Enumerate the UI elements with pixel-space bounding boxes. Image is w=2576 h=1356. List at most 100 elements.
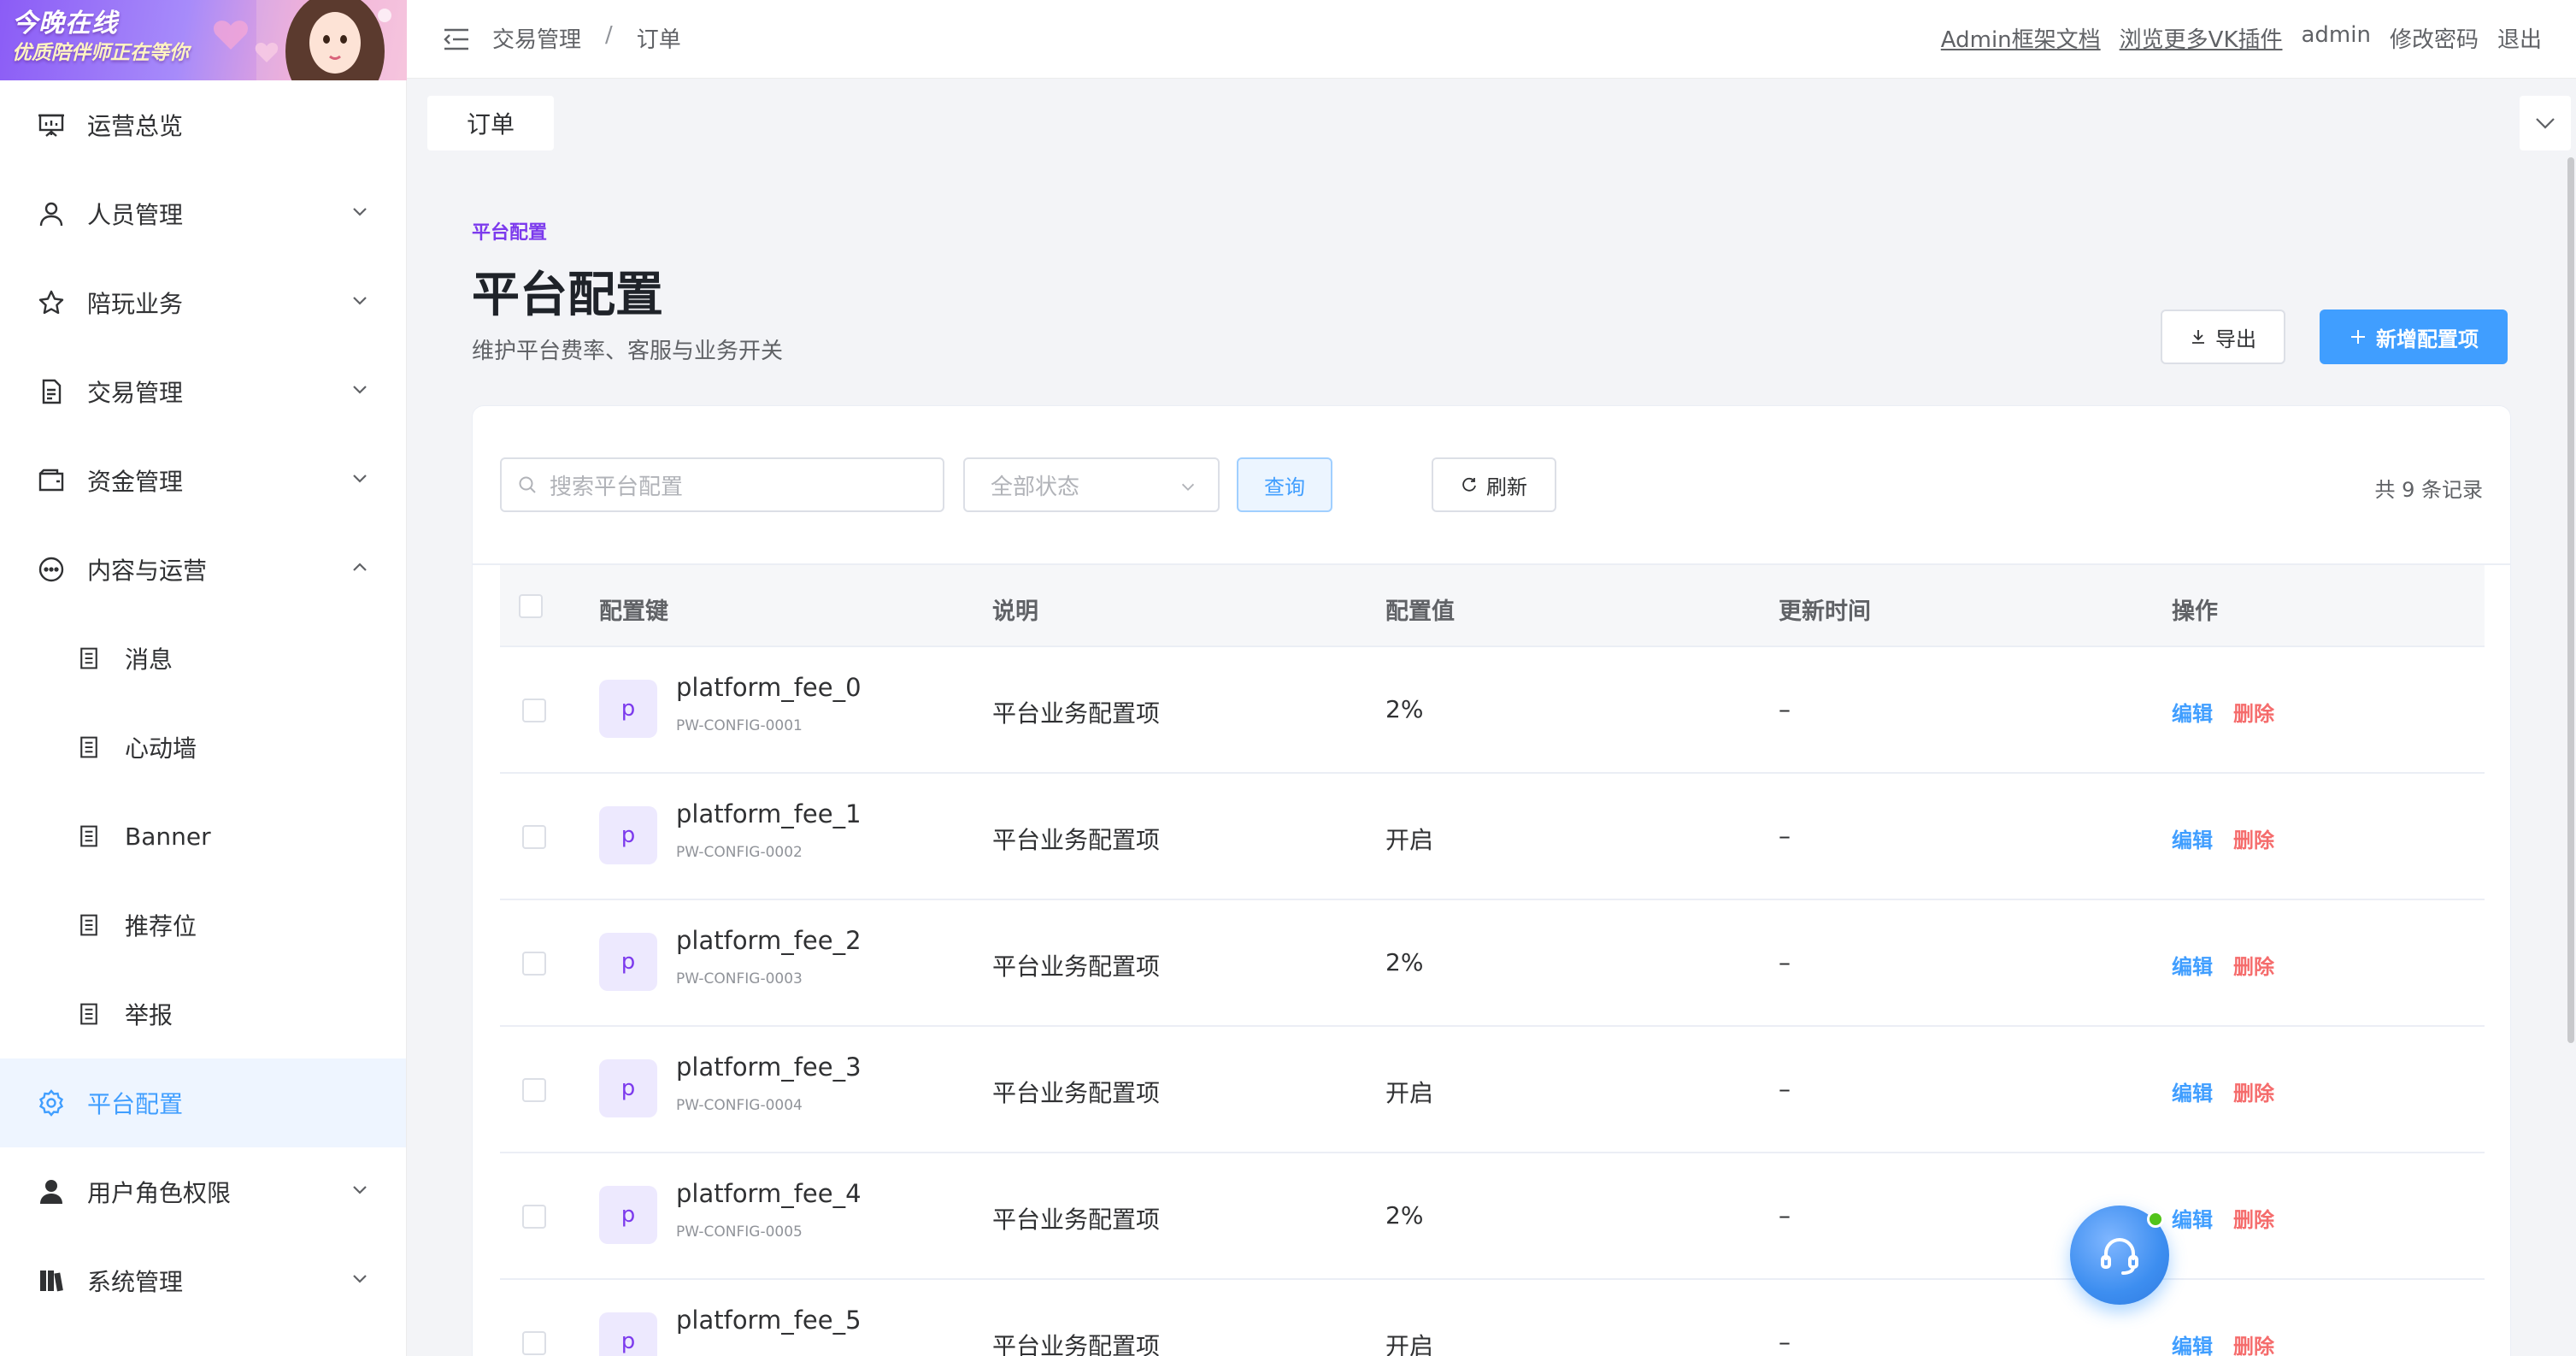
config-updated: – [1779, 1328, 1791, 1356]
select-all-checkbox[interactable] [519, 594, 543, 618]
table-row: p platform_fee_1 PW-CONFIG-0002 平台业务配置项 … [500, 774, 2485, 900]
config-key: platform_fee_1 [676, 799, 862, 828]
document-icon [75, 734, 103, 761]
sidebar-item-companion[interactable]: 陪玩业务 [0, 258, 406, 347]
config-description: 平台业务配置项 [992, 1332, 1161, 1356]
sidebar-item-roles[interactable]: 用户角色权限 [0, 1147, 406, 1236]
status-select[interactable]: 全部状态 [963, 457, 1220, 512]
tab-orders[interactable]: 订单 [427, 96, 554, 150]
delete-button[interactable]: 删除 [2233, 950, 2274, 980]
delete-button[interactable]: 删除 [2233, 823, 2274, 853]
column-header-updated[interactable]: 更新时间 [1779, 593, 1871, 626]
config-value: 开启 [1385, 1332, 1434, 1356]
table-row: p platform_fee_0 PW-CONFIG-0001 平台业务配置项 … [500, 647, 2485, 774]
books-icon [38, 1267, 65, 1294]
delete-button[interactable]: 删除 [2233, 697, 2274, 727]
sidebar-item-platform-config[interactable]: 平台配置 [0, 1058, 406, 1147]
sidebar-item-funds[interactable]: 资金管理 [0, 436, 406, 525]
sidebar-item-staff[interactable]: 人员管理 [0, 169, 406, 258]
config-code: PW-CONFIG-0003 [676, 970, 803, 988]
search-input[interactable]: 搜索平台配置 [500, 457, 944, 512]
sidebar-item-content-ops[interactable]: 内容与运营 [0, 525, 406, 614]
username-link[interactable]: admin [2302, 22, 2371, 54]
sidebar-item-label: 举报 [125, 1001, 173, 1029]
gear-icon [38, 1089, 65, 1117]
chevron-down-icon [353, 475, 367, 483]
row-checkbox[interactable] [522, 1078, 546, 1102]
headset-icon [2101, 1238, 2138, 1275]
sidebar-item-label: 心动墙 [125, 734, 197, 763]
edit-button[interactable]: 编辑 [2172, 950, 2213, 980]
sidebar-item-overview[interactable]: 运营总览 [0, 80, 406, 169]
config-description: 平台业务配置项 [992, 826, 1161, 854]
refresh-label: 刷新 [1486, 475, 1527, 499]
refresh-icon [1461, 476, 1478, 493]
sidebar-item-recommend[interactable]: 推荐位 [0, 881, 406, 970]
export-button[interactable]: 导出 [2161, 310, 2285, 364]
page-title: 平台配置 [472, 268, 663, 323]
breadcrumb-item[interactable]: 交易管理 [492, 22, 581, 54]
admin-docs-link[interactable]: Admin框架文档 [1941, 22, 2101, 54]
sidebar-item-label: 陪玩业务 [87, 290, 184, 318]
logout-link[interactable]: 退出 [2497, 22, 2542, 54]
promo-banner[interactable]: 今晚在线 优质陪伴师正在等你 [0, 0, 407, 80]
document-icon [75, 645, 103, 672]
breadcrumb-separator: / [605, 22, 613, 48]
sidebar-item-system[interactable]: 系统管理 [0, 1236, 406, 1325]
header-links: Admin框架文档 浏览更多VK插件 admin 修改密码 退出 [1941, 22, 2542, 54]
page-eyebrow: 平台配置 [472, 222, 548, 244]
edit-button[interactable]: 编辑 [2172, 697, 2213, 727]
document-icon [38, 378, 65, 405]
edit-button[interactable]: 编辑 [2172, 1329, 2213, 1356]
sidebar-item-label: Banner [125, 822, 211, 851]
vk-plugins-link[interactable]: 浏览更多VK插件 [2120, 22, 2283, 54]
config-value: 2% [1385, 1201, 1424, 1229]
row-checkbox[interactable] [522, 1331, 546, 1355]
edit-button[interactable]: 编辑 [2172, 1203, 2213, 1233]
row-checkbox[interactable] [522, 825, 546, 849]
delete-button[interactable]: 删除 [2233, 1329, 2274, 1356]
config-avatar: p [599, 933, 657, 991]
delete-button[interactable]: 删除 [2233, 1076, 2274, 1106]
refresh-button[interactable]: 刷新 [1432, 457, 1556, 512]
breadcrumb-item: 订单 [636, 27, 681, 53]
sidebar-item-label: 人员管理 [87, 201, 184, 229]
row-checkbox[interactable] [522, 1205, 546, 1229]
row-checkbox[interactable] [522, 952, 546, 976]
row-checkbox[interactable] [522, 699, 546, 722]
sidebar-item-heart-wall[interactable]: 心动墙 [0, 703, 406, 792]
top-header: 交易管理 / 订单 Admin框架文档 浏览更多VK插件 admin 修改密码 … [407, 0, 2576, 79]
config-description: 平台业务配置项 [992, 1206, 1161, 1234]
delete-button[interactable]: 删除 [2233, 1203, 2274, 1233]
edit-button[interactable]: 编辑 [2172, 1076, 2213, 1106]
sidebar-item-report[interactable]: 举报 [0, 970, 406, 1058]
column-header-key[interactable]: 配置键 [599, 593, 668, 626]
sidebar-item-trade[interactable]: 交易管理 [0, 347, 406, 436]
chevron-down-icon [353, 208, 367, 216]
tabs-dropdown-button[interactable] [2520, 96, 2571, 150]
sidebar-menu: 运营总览 人员管理 陪玩业务 交易管理 资金管理 内容与运营 消息 心动墙 Ba… [0, 80, 406, 1325]
sidebar-item-messages[interactable]: 消息 [0, 614, 406, 703]
customer-support-button[interactable] [2070, 1206, 2169, 1305]
main-content: 平台配置 平台配置 维护平台费率、客服与业务开关 导出 新增配置项 搜索平台配置… [407, 157, 2576, 1356]
chevron-down-icon [1181, 483, 1195, 492]
config-description: 平台业务配置项 [992, 1079, 1161, 1107]
change-password-link[interactable]: 修改密码 [2390, 22, 2479, 54]
column-header-desc[interactable]: 说明 [992, 593, 1038, 626]
config-key: platform_fee_5 [676, 1306, 862, 1335]
query-button[interactable]: 查询 [1237, 457, 1332, 512]
sidebar-item-banner[interactable]: Banner [0, 792, 406, 881]
config-avatar: p [599, 1312, 657, 1356]
banner-title: 今晚在线 [12, 9, 118, 38]
chevron-up-icon [353, 563, 367, 571]
user-filled-icon [38, 1178, 65, 1206]
column-header-actions: 操作 [2172, 598, 2218, 625]
edit-button[interactable]: 编辑 [2172, 823, 2213, 853]
menu-fold-icon[interactable] [441, 24, 472, 55]
sidebar-item-label: 消息 [125, 646, 173, 674]
config-key: platform_fee_2 [676, 926, 862, 955]
column-header-value[interactable]: 配置值 [1385, 593, 1455, 626]
add-config-button[interactable]: 新增配置项 [2320, 310, 2508, 364]
search-icon [519, 476, 536, 493]
config-avatar: p [599, 1186, 657, 1244]
